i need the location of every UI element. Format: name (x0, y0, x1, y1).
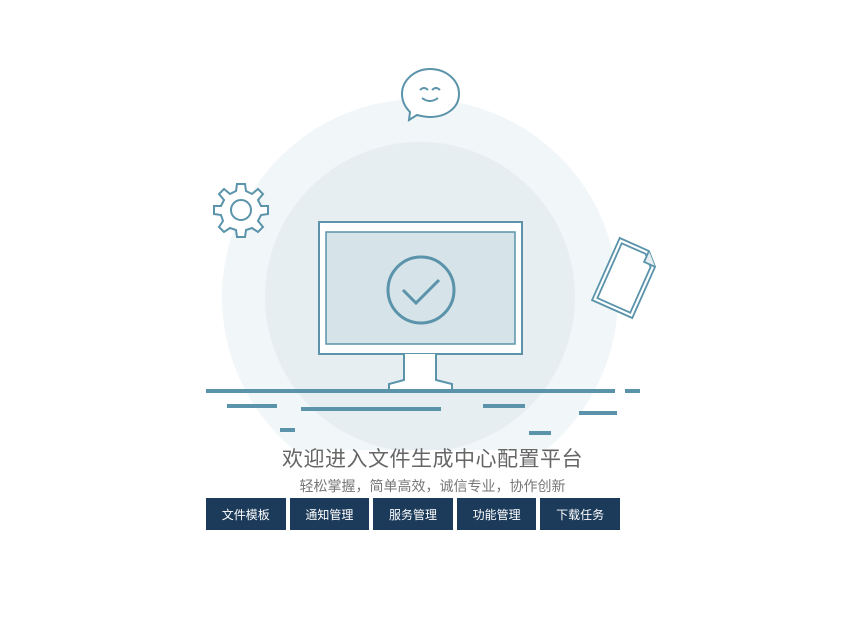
gear-icon (213, 183, 269, 238)
notification-management-button[interactable]: 通知管理 (289, 498, 370, 530)
file-template-button[interactable]: 文件模板 (206, 498, 286, 530)
welcome-illustration (206, 67, 657, 450)
nav-button-row: 文件模板 通知管理 服务管理 功能管理 下载任务 (206, 498, 620, 530)
service-management-button[interactable]: 服务管理 (373, 498, 453, 530)
download-tasks-button[interactable]: 下载任务 (540, 498, 620, 530)
welcome-page: 欢迎进入文件生成中心配置平台 轻松掌握，简单高效，诚信专业，协作创新 文件模板 … (0, 0, 845, 639)
function-management-button[interactable]: 功能管理 (456, 498, 537, 530)
welcome-subtitle: 轻松掌握，简单高效，诚信专业，协作创新 (299, 479, 566, 495)
welcome-title: 欢迎进入文件生成中心配置平台 (282, 447, 583, 471)
